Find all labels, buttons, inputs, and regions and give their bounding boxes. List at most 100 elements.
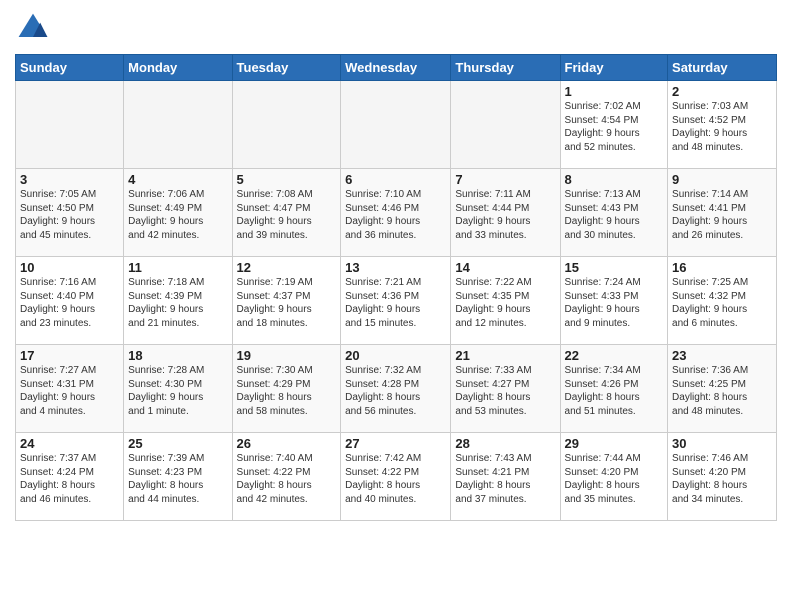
day-info: Sunrise: 7:43 AM Sunset: 4:21 PM Dayligh… [455,452,555,506]
day-number: 15 [565,260,664,275]
calendar-cell: 24Sunrise: 7:37 AM Sunset: 4:24 PM Dayli… [16,433,124,521]
day-info: Sunrise: 7:28 AM Sunset: 4:30 PM Dayligh… [128,364,227,418]
calendar-header-tuesday: Tuesday [232,55,341,81]
header [15,10,777,46]
day-info: Sunrise: 7:02 AM Sunset: 4:54 PM Dayligh… [565,100,664,154]
calendar-cell: 16Sunrise: 7:25 AM Sunset: 4:32 PM Dayli… [668,257,777,345]
day-number: 8 [565,172,664,187]
day-info: Sunrise: 7:36 AM Sunset: 4:25 PM Dayligh… [672,364,772,418]
day-number: 19 [237,348,337,363]
calendar-cell [341,81,451,169]
calendar-cell [451,81,560,169]
day-number: 29 [565,436,664,451]
day-number: 13 [345,260,446,275]
calendar-cell: 8Sunrise: 7:13 AM Sunset: 4:43 PM Daylig… [560,169,668,257]
day-number: 14 [455,260,555,275]
day-info: Sunrise: 7:18 AM Sunset: 4:39 PM Dayligh… [128,276,227,330]
day-info: Sunrise: 7:06 AM Sunset: 4:49 PM Dayligh… [128,188,227,242]
day-info: Sunrise: 7:14 AM Sunset: 4:41 PM Dayligh… [672,188,772,242]
day-info: Sunrise: 7:10 AM Sunset: 4:46 PM Dayligh… [345,188,446,242]
calendar-cell: 11Sunrise: 7:18 AM Sunset: 4:39 PM Dayli… [124,257,232,345]
day-info: Sunrise: 7:11 AM Sunset: 4:44 PM Dayligh… [455,188,555,242]
calendar-cell [16,81,124,169]
calendar-cell [232,81,341,169]
day-info: Sunrise: 7:42 AM Sunset: 4:22 PM Dayligh… [345,452,446,506]
day-number: 16 [672,260,772,275]
calendar-week-3: 17Sunrise: 7:27 AM Sunset: 4:31 PM Dayli… [16,345,777,433]
calendar-header-wednesday: Wednesday [341,55,451,81]
day-info: Sunrise: 7:08 AM Sunset: 4:47 PM Dayligh… [237,188,337,242]
calendar-cell: 9Sunrise: 7:14 AM Sunset: 4:41 PM Daylig… [668,169,777,257]
day-number: 17 [20,348,119,363]
day-info: Sunrise: 7:21 AM Sunset: 4:36 PM Dayligh… [345,276,446,330]
calendar-cell: 29Sunrise: 7:44 AM Sunset: 4:20 PM Dayli… [560,433,668,521]
day-info: Sunrise: 7:30 AM Sunset: 4:29 PM Dayligh… [237,364,337,418]
calendar-cell: 19Sunrise: 7:30 AM Sunset: 4:29 PM Dayli… [232,345,341,433]
calendar-cell: 26Sunrise: 7:40 AM Sunset: 4:22 PM Dayli… [232,433,341,521]
calendar-week-2: 10Sunrise: 7:16 AM Sunset: 4:40 PM Dayli… [16,257,777,345]
day-number: 3 [20,172,119,187]
calendar-cell: 22Sunrise: 7:34 AM Sunset: 4:26 PM Dayli… [560,345,668,433]
day-info: Sunrise: 7:39 AM Sunset: 4:23 PM Dayligh… [128,452,227,506]
calendar-cell: 14Sunrise: 7:22 AM Sunset: 4:35 PM Dayli… [451,257,560,345]
calendar-cell: 10Sunrise: 7:16 AM Sunset: 4:40 PM Dayli… [16,257,124,345]
day-number: 25 [128,436,227,451]
day-number: 12 [237,260,337,275]
day-number: 30 [672,436,772,451]
day-info: Sunrise: 7:22 AM Sunset: 4:35 PM Dayligh… [455,276,555,330]
page: SundayMondayTuesdayWednesdayThursdayFrid… [0,0,792,531]
day-info: Sunrise: 7:19 AM Sunset: 4:37 PM Dayligh… [237,276,337,330]
day-number: 4 [128,172,227,187]
calendar-cell: 4Sunrise: 7:06 AM Sunset: 4:49 PM Daylig… [124,169,232,257]
day-number: 21 [455,348,555,363]
day-number: 23 [672,348,772,363]
day-info: Sunrise: 7:34 AM Sunset: 4:26 PM Dayligh… [565,364,664,418]
day-number: 5 [237,172,337,187]
day-info: Sunrise: 7:25 AM Sunset: 4:32 PM Dayligh… [672,276,772,330]
calendar-header-sunday: Sunday [16,55,124,81]
day-number: 22 [565,348,664,363]
day-number: 18 [128,348,227,363]
day-number: 26 [237,436,337,451]
calendar-cell: 17Sunrise: 7:27 AM Sunset: 4:31 PM Dayli… [16,345,124,433]
calendar-week-1: 3Sunrise: 7:05 AM Sunset: 4:50 PM Daylig… [16,169,777,257]
calendar-header-thursday: Thursday [451,55,560,81]
calendar-cell: 5Sunrise: 7:08 AM Sunset: 4:47 PM Daylig… [232,169,341,257]
calendar-week-0: 1Sunrise: 7:02 AM Sunset: 4:54 PM Daylig… [16,81,777,169]
calendar-cell: 13Sunrise: 7:21 AM Sunset: 4:36 PM Dayli… [341,257,451,345]
day-info: Sunrise: 7:13 AM Sunset: 4:43 PM Dayligh… [565,188,664,242]
calendar-cell: 21Sunrise: 7:33 AM Sunset: 4:27 PM Dayli… [451,345,560,433]
day-info: Sunrise: 7:16 AM Sunset: 4:40 PM Dayligh… [20,276,119,330]
calendar-header-row: SundayMondayTuesdayWednesdayThursdayFrid… [16,55,777,81]
calendar-cell [124,81,232,169]
day-number: 20 [345,348,446,363]
calendar-cell: 18Sunrise: 7:28 AM Sunset: 4:30 PM Dayli… [124,345,232,433]
day-info: Sunrise: 7:40 AM Sunset: 4:22 PM Dayligh… [237,452,337,506]
calendar-header-monday: Monday [124,55,232,81]
day-info: Sunrise: 7:44 AM Sunset: 4:20 PM Dayligh… [565,452,664,506]
day-number: 2 [672,84,772,99]
day-number: 24 [20,436,119,451]
day-info: Sunrise: 7:05 AM Sunset: 4:50 PM Dayligh… [20,188,119,242]
day-info: Sunrise: 7:24 AM Sunset: 4:33 PM Dayligh… [565,276,664,330]
day-number: 1 [565,84,664,99]
day-info: Sunrise: 7:37 AM Sunset: 4:24 PM Dayligh… [20,452,119,506]
calendar-cell: 25Sunrise: 7:39 AM Sunset: 4:23 PM Dayli… [124,433,232,521]
day-info: Sunrise: 7:03 AM Sunset: 4:52 PM Dayligh… [672,100,772,154]
logo [15,10,53,46]
day-info: Sunrise: 7:46 AM Sunset: 4:20 PM Dayligh… [672,452,772,506]
calendar-cell: 7Sunrise: 7:11 AM Sunset: 4:44 PM Daylig… [451,169,560,257]
day-number: 11 [128,260,227,275]
calendar-cell: 1Sunrise: 7:02 AM Sunset: 4:54 PM Daylig… [560,81,668,169]
day-info: Sunrise: 7:32 AM Sunset: 4:28 PM Dayligh… [345,364,446,418]
day-info: Sunrise: 7:33 AM Sunset: 4:27 PM Dayligh… [455,364,555,418]
logo-icon [15,10,51,46]
calendar-cell: 3Sunrise: 7:05 AM Sunset: 4:50 PM Daylig… [16,169,124,257]
calendar-cell: 6Sunrise: 7:10 AM Sunset: 4:46 PM Daylig… [341,169,451,257]
calendar-cell: 2Sunrise: 7:03 AM Sunset: 4:52 PM Daylig… [668,81,777,169]
day-info: Sunrise: 7:27 AM Sunset: 4:31 PM Dayligh… [20,364,119,418]
calendar-cell: 20Sunrise: 7:32 AM Sunset: 4:28 PM Dayli… [341,345,451,433]
calendar: SundayMondayTuesdayWednesdayThursdayFrid… [15,54,777,521]
calendar-cell: 15Sunrise: 7:24 AM Sunset: 4:33 PM Dayli… [560,257,668,345]
day-number: 10 [20,260,119,275]
